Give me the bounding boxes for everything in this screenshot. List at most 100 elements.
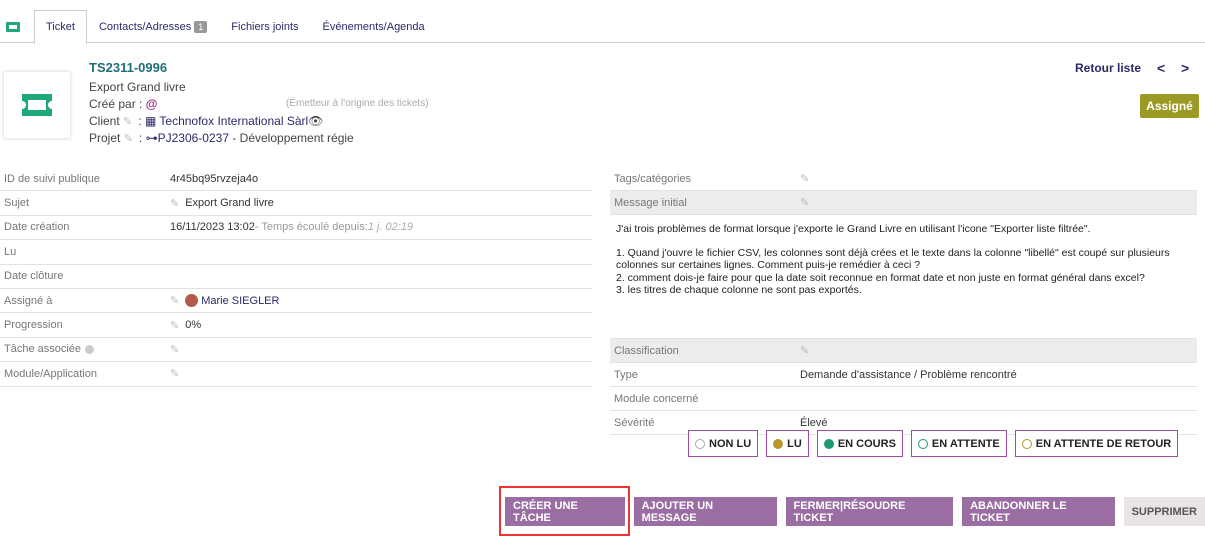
radio-icon — [695, 438, 705, 449]
ticket-title: Export Grand livre — [89, 80, 186, 94]
field-row-creation: Date création 16/11/2023 13:02 - Temps é… — [0, 216, 592, 241]
contacts-count-badge: 1 — [194, 20, 208, 33]
edit-assigne-icon[interactable]: ✎ — [170, 294, 179, 307]
field-row-progression: Progression ✎ 0% — [0, 313, 592, 338]
classification-row: Classification ✎ — [610, 339, 1197, 363]
fermer-resoudre-button[interactable]: FERMER|RÉSOUDRE TICKET — [785, 497, 954, 526]
tags-label: Tags/catégories — [614, 172, 692, 185]
cree-par-label: Créé par : — [89, 97, 143, 111]
edit-tache-icon[interactable]: ✎ — [170, 343, 179, 356]
eye-icon[interactable]: 👁 — [308, 114, 323, 128]
client-line: Client ✎: ▦ Technofox International Sàrl… — [89, 114, 324, 128]
message-line: 2. comment dois-je faire pour que la dat… — [616, 271, 1145, 284]
status-label: LU — [787, 437, 802, 450]
status-non-lu-button[interactable]: NON LU — [688, 430, 759, 457]
field-label: Sujet — [4, 197, 30, 210]
message-label: Message initial — [614, 196, 687, 209]
ticket-tab-icon[interactable] — [0, 10, 34, 43]
emetteur-note: (Émetteur à l'origine des tickets) — [286, 98, 429, 109]
cree-par-line: Créé par : @ — [89, 97, 157, 111]
tab-fichiers-label: Fichiers joints — [231, 20, 299, 33]
assigne-link[interactable]: Marie SIEGLER — [201, 295, 279, 307]
field-label: Progression — [4, 319, 63, 332]
radio-icon — [917, 438, 928, 449]
prev-ticket-button[interactable]: < — [1157, 60, 1165, 76]
cree-par-value[interactable]: @ — [146, 97, 158, 111]
field-row-tache: Tâche associée ✎ — [0, 338, 592, 363]
ticket-large-icon — [22, 94, 52, 116]
tab-ticket-label: Ticket — [46, 21, 75, 33]
message-body: J'ai trois problèmes de format lorsque j… — [610, 215, 1197, 339]
field-value: Export Grand livre — [185, 197, 274, 210]
tab-ticket[interactable]: Ticket — [34, 10, 87, 44]
message-header-row: Message initial ✎ — [610, 191, 1197, 215]
edit-sujet-icon[interactable]: ✎ — [170, 197, 179, 210]
tab-contacts-label: Contacts/Adresses — [98, 20, 192, 33]
field-value: 4r45bq95rvzeja4o — [170, 172, 259, 185]
tab-bar: Ticket Contacts/Adresses 1 Fichiers joint… — [0, 10, 1205, 44]
projet-label: Projet — [89, 131, 121, 145]
client-link[interactable]: Technofox International Sàrl — [159, 114, 308, 128]
severite-label: Sévérité — [614, 416, 655, 429]
tags-row: Tags/catégories ✎ — [610, 167, 1197, 191]
edit-message-icon[interactable]: ✎ — [800, 196, 809, 209]
status-en-attente-retour-button[interactable]: EN ATTENTE DE RETOUR — [1014, 430, 1179, 457]
field-row-assigne: Assigné à ✎ Marie SIEGLER — [0, 289, 592, 314]
status-lu-button[interactable]: LU — [766, 430, 809, 457]
status-label: EN ATTENTE — [931, 437, 1000, 450]
type-label: Type — [614, 368, 638, 381]
action-bar: CRÉER UNE TÂCHE AJOUTER UN MESSAGE FERME… — [505, 497, 1205, 526]
status-selector: NON LU LU EN COURS EN ATTENTE EN ATTENTE… — [688, 430, 1179, 457]
tab-evenements[interactable]: Événements/Agenda — [311, 10, 437, 43]
project-tree-icon: ⊶ — [145, 131, 158, 145]
field-label: Module/Application — [4, 367, 97, 380]
status-label: EN COURS — [837, 437, 896, 450]
radio-icon — [823, 438, 834, 449]
edit-module-icon[interactable]: ✎ — [170, 367, 179, 380]
next-ticket-button[interactable]: > — [1181, 60, 1189, 76]
message-line: 3. les titres de chaque colonne ne sont … — [616, 283, 862, 296]
projet-link[interactable]: PJ2306-0237 — [158, 131, 229, 145]
info-icon[interactable] — [85, 345, 95, 355]
supprimer-button[interactable]: SUPPRIMER — [1123, 497, 1205, 526]
field-value: 16/11/2023 13:02 — [170, 221, 255, 234]
message-line: 1. Quand j'ouvre le fichier CSV, les col… — [616, 247, 1170, 272]
module-row: Module concerné — [610, 387, 1197, 411]
field-row-suivi: ID de suivi publique 4r45bq95rvzeja4o — [0, 167, 592, 192]
severite-value: Élevé — [800, 416, 828, 429]
abandonner-button[interactable]: ABANDONNER LE TICKET — [962, 497, 1115, 526]
ticket-fields-table: ID de suivi publique 4r45bq95rvzeja4o Su… — [0, 167, 592, 387]
type-row: Type Demande d'assistance / Problème ren… — [610, 363, 1197, 387]
creer-tache-button[interactable]: CRÉER UNE TÂCHE — [505, 497, 625, 526]
radio-icon — [1021, 438, 1032, 449]
tab-contacts[interactable]: Contacts/Adresses 1 — [87, 10, 219, 43]
client-label: Client — [89, 114, 120, 128]
radio-icon — [773, 438, 784, 449]
status-badge: Assigné — [1140, 94, 1199, 118]
edit-client-icon[interactable]: ✎ — [123, 116, 132, 128]
edit-classification-icon[interactable]: ✎ — [800, 344, 809, 357]
field-label: Tâche associée — [4, 343, 82, 356]
elapsed-value: 1 j. 02:19 — [367, 221, 414, 234]
retour-liste-link[interactable]: Retour liste — [1075, 61, 1141, 75]
classification-label: Classification — [614, 344, 679, 357]
projet-desc: - Développement régie — [229, 131, 354, 145]
status-label: NON LU — [709, 437, 752, 450]
edit-tags-icon[interactable]: ✎ — [800, 172, 809, 185]
ticket-ref: TS2311-0996 — [89, 60, 168, 75]
module-label: Module concerné — [614, 392, 699, 405]
status-en-attente-button[interactable]: EN ATTENTE — [910, 430, 1007, 457]
type-value: Demande d'assistance / Problème rencontr… — [800, 368, 1017, 381]
field-label: ID de suivi publique — [4, 172, 101, 185]
field-label: Date création — [4, 221, 70, 234]
edit-progression-icon[interactable]: ✎ — [170, 319, 179, 332]
field-label: Assigné à — [4, 294, 53, 307]
ajouter-message-button[interactable]: AJOUTER UN MESSAGE — [633, 497, 777, 526]
status-en-cours-button[interactable]: EN COURS — [816, 430, 903, 457]
tab-fichiers[interactable]: Fichiers joints — [219, 10, 310, 43]
message-line: J'ai trois problèmes de format lorsque j… — [616, 223, 1091, 235]
edit-projet-icon[interactable]: ✎ — [124, 133, 133, 145]
tab-evenements-label: Événements/Agenda — [322, 20, 425, 33]
projet-line: Projet ✎: ⊶PJ2306-0237 - Développement r… — [89, 131, 354, 145]
field-row-sujet: Sujet ✎ Export Grand livre — [0, 191, 592, 216]
